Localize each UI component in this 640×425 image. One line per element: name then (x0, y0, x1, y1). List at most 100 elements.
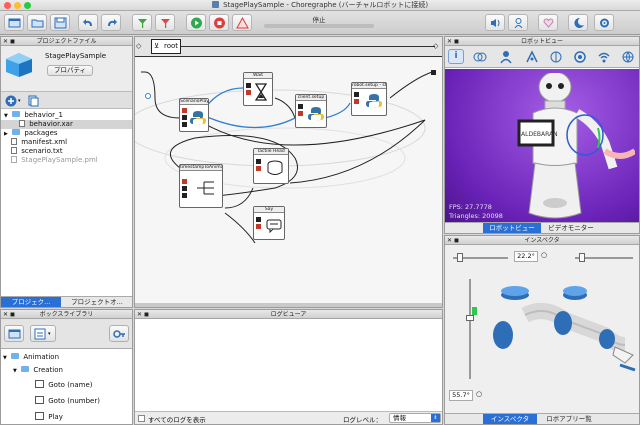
log-output[interactable] (135, 319, 442, 411)
save-project-button[interactable] (50, 14, 70, 31)
tab-video-monitor[interactable]: ビデオモニター (542, 223, 600, 233)
close-panel-icon[interactable]: ✕ (447, 237, 452, 244)
tree-item-behavior-xar[interactable]: behavior.xar (1, 120, 132, 129)
panel-menu-icon[interactable]: ◼ (454, 38, 459, 45)
flow-canvas[interactable]: ScenarioPlayer Wait client.setup robot.s… (135, 58, 442, 304)
box-input-port[interactable] (354, 99, 359, 104)
panel-menu-icon[interactable]: ◼ (10, 311, 15, 318)
tab-project-objects[interactable]: プロジェクトオ... (62, 297, 132, 307)
box-input-port[interactable] (256, 159, 261, 164)
library-item-animation[interactable]: ▼ Animation (1, 353, 132, 362)
box-input-port[interactable] (256, 166, 261, 171)
new-project-button[interactable] (4, 14, 24, 31)
connect-button[interactable] (132, 14, 152, 31)
box-input-port[interactable] (182, 193, 187, 198)
library-item-goto-name[interactable]: Goto (name) (1, 380, 132, 389)
tab-robot-app-list[interactable]: ロボアプリー覧 (538, 414, 600, 424)
flow-input-port[interactable] (145, 93, 151, 99)
box-input-port[interactable] (182, 179, 187, 184)
lock-circle-icon[interactable]: ○ (541, 251, 547, 259)
library-item-goto-number[interactable]: Goto (number) (1, 396, 132, 405)
robot-settings-button[interactable] (594, 14, 614, 31)
disconnect-button[interactable] (155, 14, 175, 31)
panel-menu-icon[interactable]: ◼ (454, 237, 459, 244)
robot-joint-icon[interactable] (499, 50, 513, 64)
minimize-window-button[interactable] (14, 2, 21, 9)
camera-view-icon[interactable] (573, 50, 587, 64)
vertical-slider-track[interactable] (469, 279, 471, 379)
tree-item-scenario[interactable]: scenario.txt (1, 147, 132, 156)
flow-output-port[interactable] (431, 70, 436, 75)
close-panel-icon[interactable]: ✕ (3, 311, 8, 318)
box-robot-setup[interactable]: robot.setup - start fo (351, 82, 387, 116)
head-pitch-slider-thumb[interactable] (579, 253, 585, 262)
motion-icon[interactable] (525, 50, 539, 64)
tab-inspector[interactable]: インスペクタ (483, 414, 537, 424)
log-level-select[interactable]: 情報 ⇕ (389, 413, 441, 423)
wifi-connection-icon[interactable] (597, 50, 611, 64)
head-yaw-value-field[interactable]: 22.2° (514, 251, 538, 262)
animation-mode-button[interactable] (508, 14, 528, 31)
expand-arrow-icon[interactable]: ▼ (13, 368, 17, 374)
box-input-port[interactable] (182, 115, 187, 120)
network-icon[interactable] (621, 50, 635, 64)
expand-arrow-icon[interactable]: ▼ (4, 113, 8, 119)
box-input-port[interactable] (256, 217, 261, 222)
debug-button[interactable] (232, 14, 252, 31)
box-tactile-head[interactable]: Tactile Head (253, 148, 289, 184)
robot-3d-view[interactable]: ALDEBARAN FPS: 27.7778 Triangles: 20098 (445, 69, 639, 222)
joint-view-icon[interactable] (473, 50, 487, 64)
search-library-button[interactable] (109, 325, 129, 342)
box-say[interactable]: Say (253, 206, 285, 240)
close-panel-icon[interactable]: ✕ (137, 311, 142, 318)
head-yaw-slider-thumb[interactable] (457, 253, 463, 262)
close-panel-icon[interactable]: ✕ (3, 38, 8, 45)
add-file-icon[interactable] (5, 95, 17, 107)
box-input-port[interactable] (298, 111, 303, 116)
box-input-port[interactable] (182, 122, 187, 127)
tree-item-pml[interactable]: StagePlaySample.pml (1, 156, 132, 165)
stop-button[interactable] (209, 14, 229, 31)
tab-robot-view[interactable]: ロボットビュー (483, 223, 541, 233)
box-scenario-player[interactable]: ScenarioPlayer (179, 98, 209, 132)
new-library-button[interactable] (4, 325, 24, 342)
properties-button[interactable]: プロパティ (47, 65, 93, 76)
mirror-icon[interactable] (549, 50, 563, 64)
redo-button[interactable] (101, 14, 121, 31)
flow-scrollbar[interactable] (135, 303, 442, 307)
box-input-port[interactable] (256, 224, 261, 229)
box-input-port[interactable] (298, 104, 303, 109)
elbow-value-field[interactable]: 55.7° (449, 390, 473, 401)
undo-button[interactable] (78, 14, 98, 31)
tree-item-packages[interactable]: ▶ packages (1, 129, 132, 138)
import-file-icon[interactable] (27, 95, 39, 107)
library-item-play[interactable]: Play (1, 412, 132, 421)
autonomous-life-button[interactable] (538, 14, 558, 31)
box-input-port[interactable] (246, 83, 251, 88)
box-client-setup[interactable]: client.setup (295, 94, 327, 128)
play-button[interactable] (186, 14, 206, 31)
rest-button[interactable] (568, 14, 588, 31)
tree-item-behavior-folder[interactable]: ▼ behavior_1 (1, 111, 132, 120)
box-input-port[interactable] (182, 108, 187, 113)
tab-project-files[interactable]: プロジェク... (1, 297, 61, 307)
box-wait[interactable]: Wait (243, 72, 273, 106)
volume-button[interactable] (485, 14, 505, 31)
tree-item-manifest[interactable]: manifest.xml (1, 138, 132, 147)
show-all-logs-checkbox[interactable] (138, 415, 145, 422)
library-item-creation[interactable]: ▼ Creation (1, 366, 132, 375)
open-project-button[interactable] (27, 14, 47, 31)
box-input-port[interactable] (182, 186, 187, 191)
info-icon[interactable]: i (448, 49, 464, 64)
box-input-port[interactable] (354, 92, 359, 97)
collapse-arrow-icon[interactable]: ▶ (4, 131, 8, 137)
expand-arrow-icon[interactable]: ▼ (3, 355, 7, 361)
box-input-port[interactable] (246, 90, 251, 95)
close-window-button[interactable] (4, 2, 11, 9)
box-timeline[interactable]: timestampToAnimation (179, 164, 223, 208)
vertical-slider-thumb[interactable] (466, 315, 474, 321)
zoom-window-button[interactable] (24, 2, 31, 9)
close-panel-icon[interactable]: ✕ (447, 38, 452, 45)
breadcrumb-root[interactable]: ⊻ root (151, 39, 181, 54)
library-options-button[interactable]: ▾ (30, 325, 56, 342)
